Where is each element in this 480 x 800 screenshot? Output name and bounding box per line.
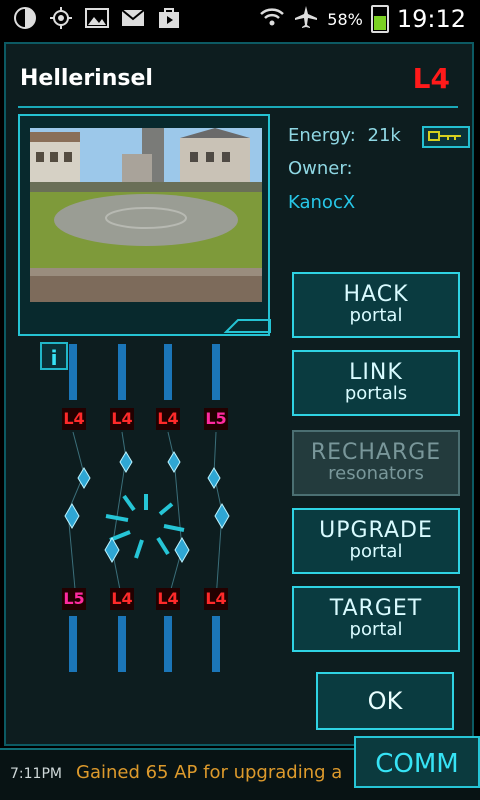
resonator-links <box>67 431 223 601</box>
resonator-slot-1-level: L4 <box>62 408 86 430</box>
hack-portal-button[interactable]: HACK portal <box>292 272 460 338</box>
portal-level: L4 <box>412 62 450 95</box>
resonator-slot-4-level: L5 <box>204 408 228 430</box>
portal-title: Hellerinsel <box>20 66 153 91</box>
comm-bar[interactable]: 7:11PM Gained 65 AP for upgrading a COMM <box>0 736 480 800</box>
resonator-slot-3-level: L4 <box>156 408 180 430</box>
recharge-sub: resonators <box>328 463 424 484</box>
owner-label: Owner: <box>288 158 353 179</box>
portal-photo[interactable] <box>30 128 262 302</box>
resonator-bars-top <box>69 344 220 400</box>
resonator-slot-2-level: L4 <box>110 408 134 430</box>
ok-button[interactable]: OK <box>316 672 454 730</box>
resonator-diagram: L4 L4 L4 L5 L5 L4 L4 L4 <box>46 344 246 674</box>
target-title: TARGET <box>329 596 423 621</box>
hack-title: HACK <box>343 282 409 307</box>
data-sync-icon <box>12 6 38 30</box>
status-bar: 58% 19:12 <box>0 0 480 36</box>
comm-button[interactable]: COMM <box>354 736 480 788</box>
upgrade-sub: portal <box>349 541 403 562</box>
resonator-slot-6-level: L4 <box>110 588 134 610</box>
key-button[interactable] <box>422 126 470 148</box>
title-divider <box>18 106 458 108</box>
link-sub: portals <box>344 383 408 404</box>
key-icon <box>428 128 464 147</box>
hack-sub: portal <box>349 305 403 326</box>
resonator-slot-8-level: L4 <box>204 588 228 610</box>
recharge-resonators-button[interactable]: RECHARGE resonators <box>292 430 460 496</box>
comm-message: Gained 65 AP for upgrading a <box>76 762 343 783</box>
gps-icon <box>48 6 74 30</box>
target-sub: portal <box>349 619 403 640</box>
recharge-title: RECHARGE <box>310 440 442 465</box>
link-portals-button[interactable]: LINK portals <box>292 350 460 416</box>
target-portal-button[interactable]: TARGET portal <box>292 586 460 652</box>
energy-label: Energy: <box>288 125 356 146</box>
energy-value: 21k <box>367 125 401 146</box>
portal-photo-frame: i <box>18 114 271 370</box>
resonator-slot-7-level: L4 <box>156 588 180 610</box>
resonator-slot-5-level: L5 <box>62 588 86 610</box>
play-store-icon <box>156 6 182 30</box>
battery-percent: 58% <box>327 9 363 29</box>
resonator-bars-bottom <box>69 616 220 672</box>
comm-time: 7:11PM <box>10 766 62 782</box>
energy-row: Energy: 21k <box>288 125 401 146</box>
gmail-icon <box>120 6 146 30</box>
gallery-icon <box>84 6 110 30</box>
upgrade-portal-button[interactable]: UPGRADE portal <box>292 508 460 574</box>
owner-name[interactable]: KanocX <box>288 192 355 213</box>
airplane-mode-icon <box>293 4 319 34</box>
wifi-icon <box>259 6 285 32</box>
clock: 19:12 <box>396 5 466 33</box>
link-title: LINK <box>349 360 403 385</box>
battery-icon <box>370 5 389 33</box>
upgrade-title: UPGRADE <box>319 518 433 543</box>
portal-panel: Hellerinsel L4 i Energy: 21k Owner: Kano… <box>4 42 474 746</box>
